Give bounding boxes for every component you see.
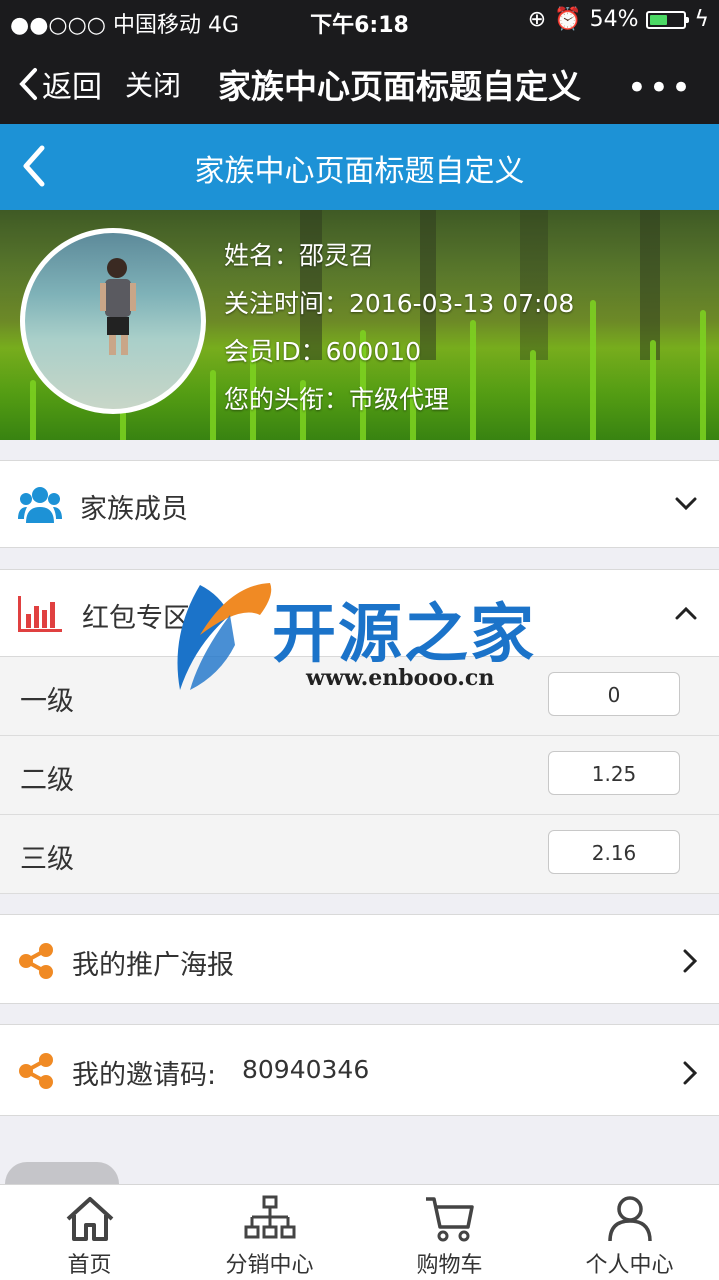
back-button[interactable]: 返回 <box>18 62 102 106</box>
level-row-3: 三级 2.16 <box>0 815 719 894</box>
tab-distribution-label: 分销中心 <box>225 1253 314 1278</box>
watermark-url: www.enbooo.cn <box>306 665 495 691</box>
watermark-brand: 开源之家 <box>272 598 536 672</box>
charging-icon: ϟ <box>694 7 709 32</box>
level-row-2: 二级 1.25 <box>0 736 719 815</box>
chevron-left-icon <box>19 68 37 100</box>
user-icon <box>607 1196 652 1242</box>
tab-distribution[interactable]: 分销中心 <box>180 1185 359 1280</box>
lock-rotation-icon: ⊕ <box>527 7 547 32</box>
org-chart-icon <box>244 1195 295 1239</box>
app-header: 家族中心页面标题自定义 <box>0 124 719 210</box>
header-title: 家族中心页面标题自定义 <box>194 154 525 189</box>
users-icon <box>18 487 62 523</box>
tab-home[interactable]: 首页 <box>0 1185 179 1280</box>
invite-code-value: 80940346 <box>242 1055 370 1084</box>
back-label: 返回 <box>42 70 102 105</box>
status-bar: ●●○○○ 中国移动 4G 下午6:18 ⊕ ⏰ 54% ϟ <box>0 0 719 40</box>
more-menu-button[interactable]: ••• <box>627 68 693 108</box>
level-value: 2.16 <box>548 830 680 874</box>
status-right: ⊕ ⏰ 54% ϟ <box>528 7 709 32</box>
chevron-right-icon <box>683 1061 697 1085</box>
tab-cart[interactable]: 购物车 <box>360 1185 539 1280</box>
promo-poster-row[interactable]: 我的推广海报 <box>0 914 719 1004</box>
bottom-tab-bar: 首页 分销中心 购物车 个人中心 <box>0 1184 719 1280</box>
home-icon <box>66 1197 113 1241</box>
bar-chart-icon <box>18 596 62 632</box>
level-label: 一级 <box>20 686 74 717</box>
battery-icon <box>646 10 690 29</box>
promo-poster-label: 我的推广海报 <box>72 950 234 981</box>
family-members-label: 家族成员 <box>80 494 188 525</box>
chevron-right-icon <box>683 949 697 973</box>
level-value: 1.25 <box>548 751 680 795</box>
chevron-down-icon <box>675 497 697 511</box>
tab-profile[interactable]: 个人中心 <box>540 1185 719 1280</box>
profile-name: 姓名：邵灵召 <box>224 241 375 270</box>
profile-member-id: 会员ID：600010 <box>224 337 422 366</box>
alarm-icon: ⏰ <box>554 7 582 32</box>
share-icon <box>19 1053 53 1089</box>
level-label: 三级 <box>20 844 74 875</box>
share-icon <box>19 943 53 979</box>
invite-code-label: 我的邀请码: <box>72 1060 217 1091</box>
tab-home-label: 首页 <box>67 1253 112 1278</box>
chevron-up-icon <box>675 606 697 620</box>
battery-percent: 54% <box>589 7 639 32</box>
level-label: 二级 <box>20 765 74 796</box>
watermark-logo: 开源之家 www.enbooo.cn <box>160 575 580 705</box>
close-button[interactable]: 关闭 <box>125 64 181 104</box>
tab-profile-label: 个人中心 <box>585 1253 674 1278</box>
invite-code-row[interactable]: 我的邀请码: 80940346 <box>0 1024 719 1116</box>
tab-cart-label: 购物车 <box>416 1253 483 1278</box>
wechat-nav-bar: 返回 关闭 家族中心页面标题自定义 ••• <box>0 40 719 124</box>
family-members-row[interactable]: 家族成员 <box>0 460 719 548</box>
avatar[interactable] <box>20 228 206 414</box>
cart-icon <box>425 1197 474 1242</box>
page-title: 家族中心页面标题自定义 <box>218 67 581 106</box>
profile-follow-time: 关注时间：2016-03-13 07:08 <box>224 289 575 318</box>
profile-rank: 您的头衔：市级代理 <box>224 385 450 414</box>
